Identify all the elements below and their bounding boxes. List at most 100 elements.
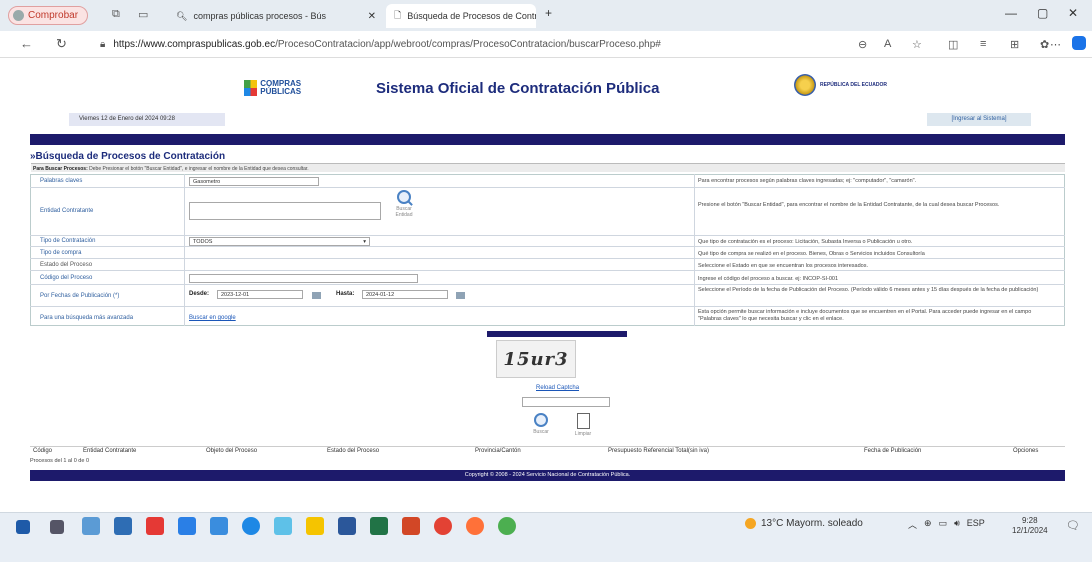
task-view-icon[interactable] [50, 520, 64, 534]
collections-icon[interactable]: ⊞ [1010, 38, 1019, 51]
more-icon[interactable]: ⋯ [1050, 38, 1061, 51]
copilot-icon[interactable] [1072, 36, 1086, 50]
clock[interactable]: 9:28 12/1/2024 [1012, 516, 1048, 536]
tab-busqueda[interactable]: 🗋Búsqueda de Procesos de Contr✕ [386, 4, 536, 28]
limpiar-button[interactable]: Limpiar [569, 413, 597, 441]
row-divider [30, 270, 1065, 271]
palabras-claves-desc: Para encontrar procesos según palabras c… [698, 178, 917, 184]
column-header: Provincia/Cantón [475, 448, 521, 454]
search-icon: 🔍︎ [176, 10, 188, 21]
extensions-icon[interactable]: ✿ [1040, 38, 1049, 51]
reload-captcha-link[interactable]: Reload Captcha [536, 385, 579, 391]
ecuador-logo-text: REPÚBLICA DEL ECUADOR [820, 82, 887, 88]
word-icon[interactable] [338, 517, 356, 535]
column-header: Objeto del Proceso [206, 448, 258, 454]
column-divider [694, 174, 695, 326]
instructions: Para Buscar Procesos: Debe Presionar el … [31, 163, 1065, 172]
sun-icon [745, 518, 756, 529]
buscar-entidad-button[interactable]: Buscar Entidad [389, 190, 419, 230]
captcha-input[interactable] [522, 397, 610, 407]
firefox-icon[interactable] [466, 517, 484, 535]
tipo-compra-label: Tipo de compra [40, 250, 82, 256]
outlook-icon[interactable] [210, 517, 228, 535]
new-tab-button[interactable]: + [545, 6, 552, 20]
system-tray[interactable]: ︿ ⊕ ▭ 🔊︎ ESP [908, 518, 985, 531]
login-link[interactable]: [Ingresar al Sistema] [927, 113, 1031, 126]
ecuador-logo: REPÚBLICA DEL ECUADOR [794, 74, 887, 96]
app-icon[interactable] [434, 517, 452, 535]
chrome-icon[interactable] [498, 517, 516, 535]
read-aloud-icon[interactable]: A [884, 38, 891, 50]
battery-icon: ▭ [938, 518, 948, 528]
calculator-icon[interactable] [114, 517, 132, 535]
profile-icon [13, 10, 24, 21]
row-divider [30, 258, 1065, 259]
excel-icon[interactable] [370, 517, 388, 535]
row-divider [30, 306, 1065, 307]
chevron-up-icon: ︿ [908, 520, 918, 530]
hasta-input[interactable] [362, 290, 448, 299]
column-header: Presupuesto Referencial Total(sin iva) [608, 448, 709, 454]
explorer-icon[interactable] [82, 517, 100, 535]
compras-publicas-logo[interactable]: COMPRAS PÚBLICAS [244, 78, 322, 98]
powerpoint-icon[interactable] [402, 517, 420, 535]
row-divider [30, 187, 1065, 188]
entidad-textarea[interactable] [189, 202, 381, 220]
fechas-label: Por Fechas de Publicación (*) [40, 293, 120, 299]
page-footer: Copyright © 2008 - 2024 Servicio Naciona… [30, 470, 1065, 481]
edge-icon[interactable] [242, 517, 260, 535]
zoom-icon[interactable]: ⊖ [858, 38, 867, 51]
captcha-image: 15ur3 [496, 340, 576, 378]
media-icon[interactable] [146, 517, 164, 535]
folder-icon[interactable] [306, 517, 324, 535]
split-screen-icon[interactable]: ◫ [948, 38, 958, 51]
app-icon[interactable] [178, 517, 196, 535]
search-form [30, 174, 1065, 326]
network-icon: ⊕ [924, 518, 932, 528]
volume-icon: 🔊︎ [954, 518, 960, 528]
url-field[interactable]: 🔒︎ https://www.compraspublicas.gob.ec/Pro… [100, 36, 840, 53]
favorite-icon[interactable]: ☆ [912, 38, 922, 51]
row-divider [30, 246, 1065, 247]
buscar-entidad-label: Buscar Entidad [395, 206, 413, 218]
codigo-input[interactable] [189, 274, 418, 283]
back-icon[interactable]: ← [20, 36, 33, 51]
workspaces-icon[interactable]: ⧉ [112, 8, 120, 21]
start-icon[interactable] [16, 520, 30, 534]
language-indicator: ESP [966, 518, 985, 528]
app-icon[interactable] [274, 517, 292, 535]
instructions-text: Debe Presionar el botón "Buscar Entidad"… [89, 166, 309, 172]
magnifier-icon [534, 413, 548, 427]
comprobar-button[interactable]: Comprobar [8, 6, 88, 25]
notifications-icon[interactable]: 🗨︎ [1066, 519, 1080, 532]
column-header: Opciones [1013, 448, 1039, 454]
entidad-desc: Presione el botón "Buscar Entidad", para… [698, 202, 1000, 208]
tab-actions-icon[interactable]: ▭ [138, 8, 148, 21]
restore-icon[interactable]: ▢ [1037, 6, 1048, 20]
tab-compras-search[interactable]: 🔍︎ compras públicas procesos - Bús ✕ [168, 4, 384, 28]
palabras-claves-input[interactable] [189, 177, 319, 186]
page-icon: 🗋 [394, 10, 402, 20]
palabras-claves-label: Palabras claves [40, 178, 83, 184]
row-divider [30, 235, 1065, 236]
weather-widget[interactable]: 13°C Mayorm. soleado [745, 518, 863, 529]
calendar-icon[interactable] [312, 292, 321, 299]
close-window-icon[interactable]: ✕ [1068, 6, 1078, 20]
calendar-icon[interactable] [456, 292, 465, 299]
url-path: /ProcesoContratacion/app/webroot/compras… [275, 39, 661, 50]
instructions-bold: Para Buscar Procesos: [33, 166, 88, 172]
codigo-desc: Ingrese el código del proceso a buscar. … [698, 276, 839, 282]
refresh-icon[interactable]: ↻ [56, 36, 67, 52]
close-tab-icon[interactable]: ✕ [368, 11, 376, 22]
section-title: »Búsqueda de Procesos de Contratación [30, 151, 226, 162]
buscar-google-link[interactable]: Buscar en google [189, 315, 236, 321]
current-date: Viernes 12 de Enero del 2024 09:28 [69, 113, 225, 126]
favorites-list-icon[interactable]: ≡ [980, 38, 986, 50]
minimize-icon[interactable]: — [1005, 6, 1017, 20]
buscar-button[interactable]: Buscar [527, 413, 555, 441]
column-header: Código [33, 448, 53, 454]
tipo-contratacion-select[interactable]: TODOS ▾ [189, 237, 370, 246]
comprobar-label: Comprobar [28, 10, 79, 21]
column-header: Fecha de Publicación [864, 448, 922, 454]
desde-input[interactable] [217, 290, 303, 299]
